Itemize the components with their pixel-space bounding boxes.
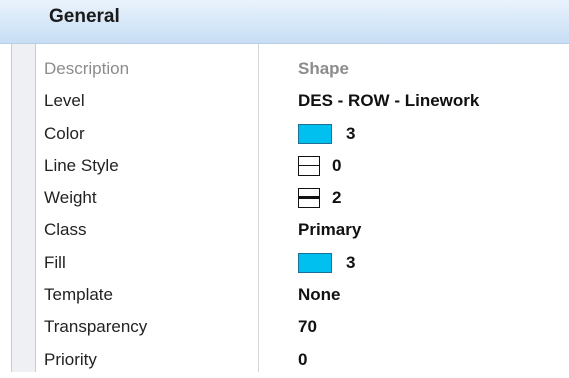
- property-value: Shape: [298, 59, 350, 78]
- line-style-icon: [298, 155, 320, 176]
- property-row-fill[interactable]: Fill 3: [36, 249, 569, 281]
- property-value[interactable]: Primary: [298, 220, 361, 240]
- property-row-class[interactable]: Class Primary: [36, 216, 569, 248]
- property-label: Weight: [44, 188, 97, 208]
- property-value[interactable]: DES - ROW - Linework: [298, 91, 479, 111]
- property-label: Fill: [44, 252, 66, 272]
- property-value[interactable]: 3: [298, 252, 355, 273]
- property-row-weight[interactable]: Weight 2: [36, 184, 569, 216]
- property-row-line-style[interactable]: Line Style 0: [36, 152, 569, 184]
- property-label: Description: [44, 59, 130, 78]
- property-value[interactable]: 2: [298, 188, 341, 209]
- property-label: Class: [44, 220, 87, 240]
- row-gutter: [11, 44, 36, 372]
- property-value[interactable]: 3: [298, 123, 355, 144]
- section-header-general[interactable]: General: [0, 0, 569, 44]
- color-swatch-icon: [298, 123, 332, 144]
- property-label: Template: [44, 285, 113, 305]
- property-row-template[interactable]: Template None: [36, 281, 569, 313]
- property-label: Priority: [44, 349, 97, 369]
- line-weight-icon: [298, 188, 320, 209]
- property-label: Color: [44, 123, 85, 143]
- section-title: General: [49, 6, 120, 27]
- property-label: Level: [44, 91, 85, 111]
- property-row-description[interactable]: Description Shape: [36, 55, 569, 87]
- property-value[interactable]: 0: [298, 155, 341, 176]
- property-value[interactable]: 70: [298, 317, 317, 337]
- property-row-level[interactable]: Level DES - ROW - Linework: [36, 87, 569, 119]
- property-rows: Description Shape Level DES - ROW - Line…: [36, 55, 569, 378]
- fill-swatch-icon: [298, 252, 332, 273]
- properties-panel: General Description Shape Level DES - RO…: [0, 0, 569, 372]
- property-value[interactable]: None: [298, 285, 341, 305]
- property-label: Transparency: [44, 317, 148, 337]
- property-value[interactable]: 0: [298, 350, 307, 370]
- property-row-color[interactable]: Color 3: [36, 120, 569, 152]
- property-row-priority[interactable]: Priority 0: [36, 346, 569, 378]
- property-label: Line Style: [44, 155, 119, 175]
- property-row-transparency[interactable]: Transparency 70: [36, 313, 569, 345]
